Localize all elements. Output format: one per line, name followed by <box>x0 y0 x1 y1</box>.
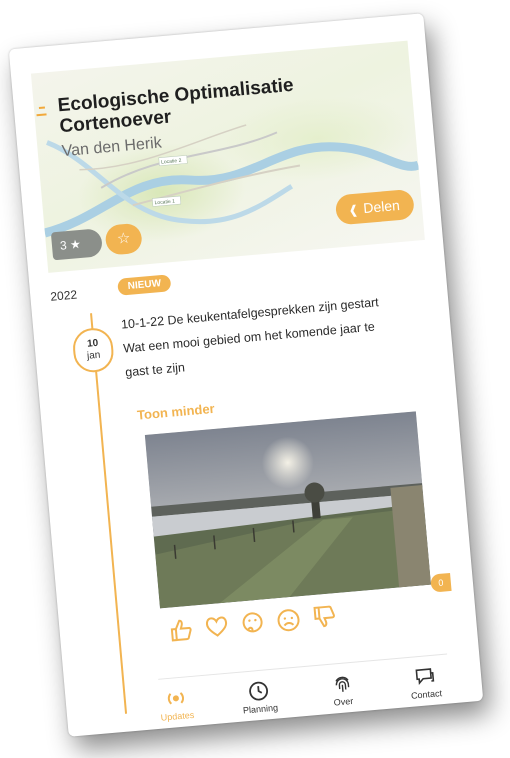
clock-icon <box>249 681 269 701</box>
timeline-line <box>90 313 128 714</box>
date-month: jan <box>86 349 101 362</box>
nav-planning-label: Planning <box>242 702 279 716</box>
app-screen: Locatie 2 Locatie 1 Ecologische Optimali… <box>8 13 484 737</box>
nav-contact-label: Contact <box>410 688 443 701</box>
new-badge: NIEUW <box>117 274 172 296</box>
nav-contact[interactable]: Contact <box>394 663 457 708</box>
star-outline-icon: ☆ <box>116 229 132 248</box>
heart-icon[interactable] <box>203 612 231 640</box>
share-label: Delen <box>362 196 401 217</box>
project-header: Locatie 2 Locatie 1 Ecologische Optimali… <box>30 40 425 273</box>
sad-icon[interactable] <box>274 606 302 634</box>
chat-icon <box>415 668 435 686</box>
comment-count-tag[interactable]: 0 <box>430 572 452 593</box>
nav-updates-label: Updates <box>160 709 195 723</box>
share-icon: ❰ <box>347 202 360 218</box>
fingerprint-icon <box>335 676 349 692</box>
nav-over-label: Over <box>333 695 354 708</box>
timeline-year: 2022 <box>49 287 78 304</box>
date-bubble: 10 jan <box>71 326 116 374</box>
bottom-nav: Updates Planning Over Contact <box>145 663 457 730</box>
post-text: 10-1-22 De keukentafelgesprekken zijn ge… <box>120 287 415 384</box>
thinking-icon[interactable] <box>239 609 267 637</box>
nav-updates[interactable]: Updates <box>145 685 208 730</box>
post-photo[interactable] <box>144 411 431 609</box>
map-label-location-2: Locatie 2 <box>161 158 182 166</box>
nav-planning[interactable]: Planning <box>228 678 291 723</box>
thumbs-up-icon[interactable] <box>167 616 195 644</box>
reactions-bar <box>167 603 339 644</box>
broadcast-icon <box>167 692 184 705</box>
nav-over[interactable]: Over <box>311 670 374 715</box>
star-icon: ★ <box>69 236 82 252</box>
menu-back-icon[interactable] <box>36 106 51 121</box>
thumbs-down-icon[interactable] <box>310 603 338 631</box>
rating-count: 3 <box>59 238 68 253</box>
map-label-location-1: Locatie 1 <box>154 199 175 207</box>
show-less-link[interactable]: Toon minder <box>136 401 215 423</box>
